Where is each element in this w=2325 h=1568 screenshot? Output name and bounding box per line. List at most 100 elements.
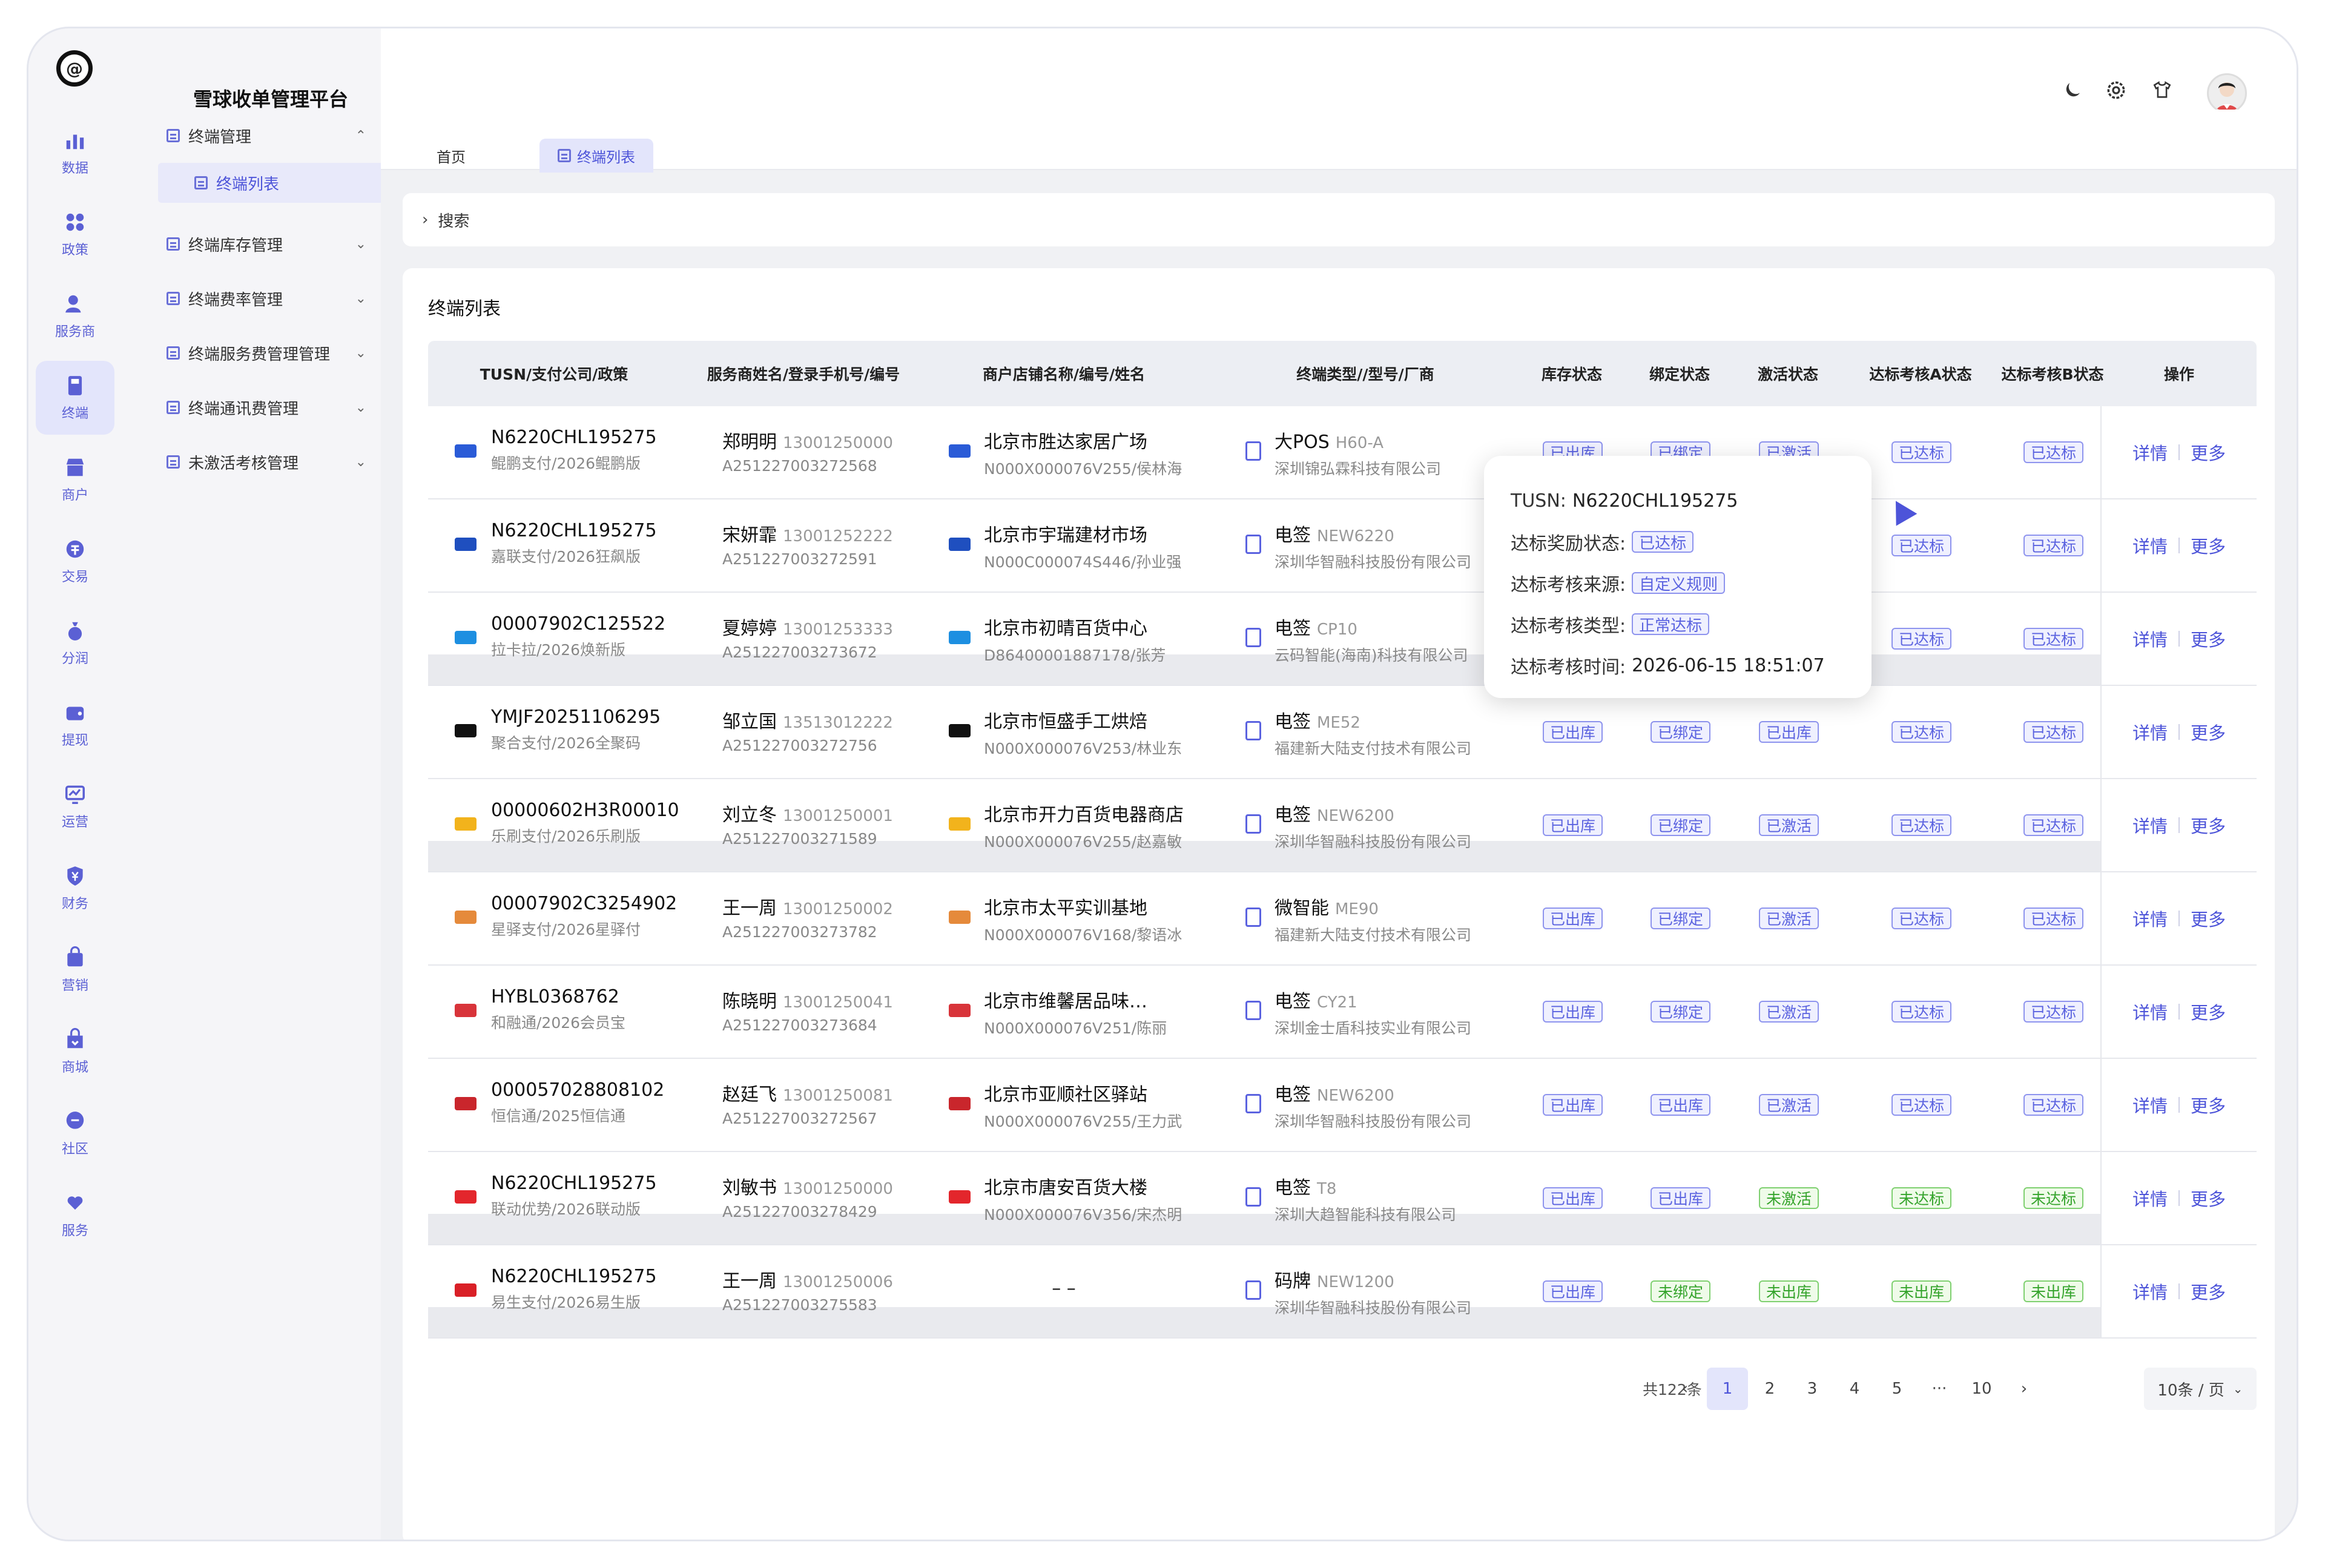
nav-item-5[interactable]: 未激活考核管理 ⌄ xyxy=(154,442,375,482)
page-button[interactable]: 4 xyxy=(1834,1368,1875,1410)
detail-link[interactable]: 详情 xyxy=(2132,533,2168,558)
page-button[interactable]: 10 xyxy=(1961,1368,2002,1410)
detail-link[interactable]: 详情 xyxy=(2132,626,2168,651)
stock-status-badge: 已出库 xyxy=(1543,1094,1603,1116)
document-icon xyxy=(167,292,180,305)
rail-item-13[interactable]: 服务 xyxy=(36,1178,114,1252)
assessment-a-badge: 已达标 xyxy=(1891,535,1952,556)
rail-item-8[interactable]: 运营 xyxy=(36,769,114,843)
service-provider-cell: 陈晓明 13001250041 A251227003273684 xyxy=(722,986,893,1034)
more-link[interactable]: 更多 xyxy=(2191,440,2226,465)
next-page-button[interactable]: › xyxy=(2003,1368,2045,1410)
rail-item-7[interactable]: 提现 xyxy=(36,688,114,762)
more-link[interactable]: 更多 xyxy=(2191,626,2226,651)
tusn-cell: HYBL0368762 和融通/2026会员宝 xyxy=(491,986,625,1033)
detail-link[interactable]: 详情 xyxy=(2132,440,2168,465)
terminal-device-icon xyxy=(1245,814,1261,834)
sp-name: 宋妍霏 xyxy=(722,525,777,546)
more-link[interactable]: 更多 xyxy=(2191,906,2226,931)
more-link[interactable]: 更多 xyxy=(2191,812,2226,838)
nav-item-3[interactable]: 终端服务费管理管理 ⌄ xyxy=(154,333,375,373)
bind-status-badge: 已出库 xyxy=(1651,1094,1711,1116)
dark-mode-icon[interactable] xyxy=(2059,77,2086,104)
page-button[interactable]: 2 xyxy=(1749,1368,1790,1410)
rail-label: 数据 xyxy=(61,161,88,176)
rail-item-5[interactable]: 交易 xyxy=(36,524,114,598)
nav-subitem-terminal-list[interactable]: 终端列表 xyxy=(158,163,399,203)
detail-link[interactable]: 详情 xyxy=(2132,1279,2168,1304)
action-divider xyxy=(2178,911,2180,926)
rail-item-12[interactable]: 社区 xyxy=(36,1096,114,1170)
sp-line: 王一周 13001250006 xyxy=(722,1266,893,1293)
search-panel-toggle[interactable]: › 搜索 xyxy=(403,193,2275,246)
terminal-device-icon xyxy=(1245,1001,1261,1020)
stock-status-badge: 已出库 xyxy=(1543,1280,1603,1302)
monitor-icon xyxy=(63,782,87,806)
logo-icon: @ xyxy=(56,50,93,87)
nav-item-2[interactable]: 终端费率管理 ⌄ xyxy=(154,278,375,318)
more-link[interactable]: 更多 xyxy=(2191,1092,2226,1118)
table-row: 000057028808102 恒信通/2025恒信通 赵廷飞 13001250081… xyxy=(428,1059,2257,1152)
tusn: HYBL0368762 xyxy=(491,986,619,1007)
nav-item-1[interactable]: 终端库存管理 ⌄ xyxy=(154,224,375,264)
avatar[interactable] xyxy=(2207,73,2247,113)
more-link[interactable]: 更多 xyxy=(2191,1185,2226,1211)
policy: 星驿支付/2026星驿付 xyxy=(491,921,641,938)
page-button[interactable]: 3 xyxy=(1792,1368,1833,1410)
nav-item-0[interactable]: 终端管理 ⌃ xyxy=(154,116,375,156)
tab-terminal-list[interactable]: 终端列表 xyxy=(539,139,653,173)
assessment-a-badge: 已达标 xyxy=(1891,814,1952,836)
terminal-device-icon xyxy=(1245,628,1261,647)
tab-home[interactable]: 首页 xyxy=(418,139,484,173)
detail-link[interactable]: 详情 xyxy=(2132,906,2168,931)
sp-no: A251227003273672 xyxy=(722,644,877,661)
rail-item-3[interactable]: 终端 xyxy=(36,361,114,435)
rail-item-1[interactable]: 政策 xyxy=(36,197,114,271)
tooltip-tusn: TUSN: N6220CHL195275 xyxy=(1511,480,1845,521)
detail-link[interactable]: 详情 xyxy=(2132,1092,2168,1118)
merchant-name: 北京市亚顺社区驿站 xyxy=(984,1084,1147,1105)
sp-line: 陈晓明 13001250041 xyxy=(722,986,893,1013)
table-row: 00007902C3254902 星驿支付/2026星驿付 王一周 130012500… xyxy=(428,872,2257,966)
detail-link[interactable]: 详情 xyxy=(2132,1185,2168,1211)
rail-item-6[interactable]: 分润 xyxy=(36,606,114,680)
sp-line: 刘立冬 13001250001 xyxy=(722,800,893,826)
assessment-a-badge: 已达标 xyxy=(1891,721,1952,743)
sp-no: A251227003272568 xyxy=(722,457,877,475)
merchant-sub: N000X000076V253/林业东 xyxy=(984,740,1182,757)
tooltip-badge: 已达标 xyxy=(1632,531,1694,553)
page-button[interactable]: 1 xyxy=(1707,1368,1748,1410)
policy: 鲲鹏支付/2026鲲鹏版 xyxy=(491,455,641,472)
page-button[interactable]: ··· xyxy=(1919,1368,1960,1410)
page-size-select[interactable]: 10条 / 页 ⌄ xyxy=(2144,1368,2257,1410)
shirt-icon[interactable] xyxy=(2149,77,2175,104)
sp-name: 刘立冬 xyxy=(722,805,777,826)
service-provider-cell: 夏婷婷 13001253333 A251227003273672 xyxy=(722,613,893,661)
more-link[interactable]: 更多 xyxy=(2191,1279,2226,1304)
more-link[interactable]: 更多 xyxy=(2191,719,2226,745)
detail-link[interactable]: 详情 xyxy=(2132,812,2168,838)
bind-status-badge: 已绑定 xyxy=(1651,721,1711,743)
more-link[interactable]: 更多 xyxy=(2191,999,2226,1024)
rail-item-9[interactable]: 财务 xyxy=(36,851,114,925)
action-divider xyxy=(2178,724,2180,740)
assessment-b-badge: 已达标 xyxy=(2023,628,2084,650)
action-divider xyxy=(2178,1097,2180,1113)
rail-item-10[interactable]: 营销 xyxy=(36,933,114,1007)
sp-line: 夏婷婷 13001253333 xyxy=(722,613,893,640)
detail-link[interactable]: 详情 xyxy=(2132,999,2168,1024)
rail-item-0[interactable]: 数据 xyxy=(36,116,114,189)
sp-phone: 13001252222 xyxy=(783,527,893,545)
tooltip-label: 达标考核来源: xyxy=(1511,575,1626,596)
rail-item-2[interactable]: 服务商 xyxy=(36,279,114,353)
rail-item-4[interactable]: 商户 xyxy=(36,443,114,516)
nav-item-4[interactable]: 终端通讯费管理 ⌄ xyxy=(154,387,375,427)
more-link[interactable]: 更多 xyxy=(2191,533,2226,558)
rail-item-11[interactable]: 商城 xyxy=(36,1015,114,1089)
merchant-cell: 北京市唐安百货大楼 N000X000076V356/宋杰明 xyxy=(984,1173,1182,1225)
prev-page-button[interactable]: ‹ xyxy=(1664,1368,1706,1410)
page-button[interactable]: 5 xyxy=(1876,1368,1918,1410)
detail-link[interactable]: 详情 xyxy=(2132,719,2168,745)
settings-icon[interactable] xyxy=(2103,77,2129,104)
tab-label: 首页 xyxy=(437,148,466,166)
